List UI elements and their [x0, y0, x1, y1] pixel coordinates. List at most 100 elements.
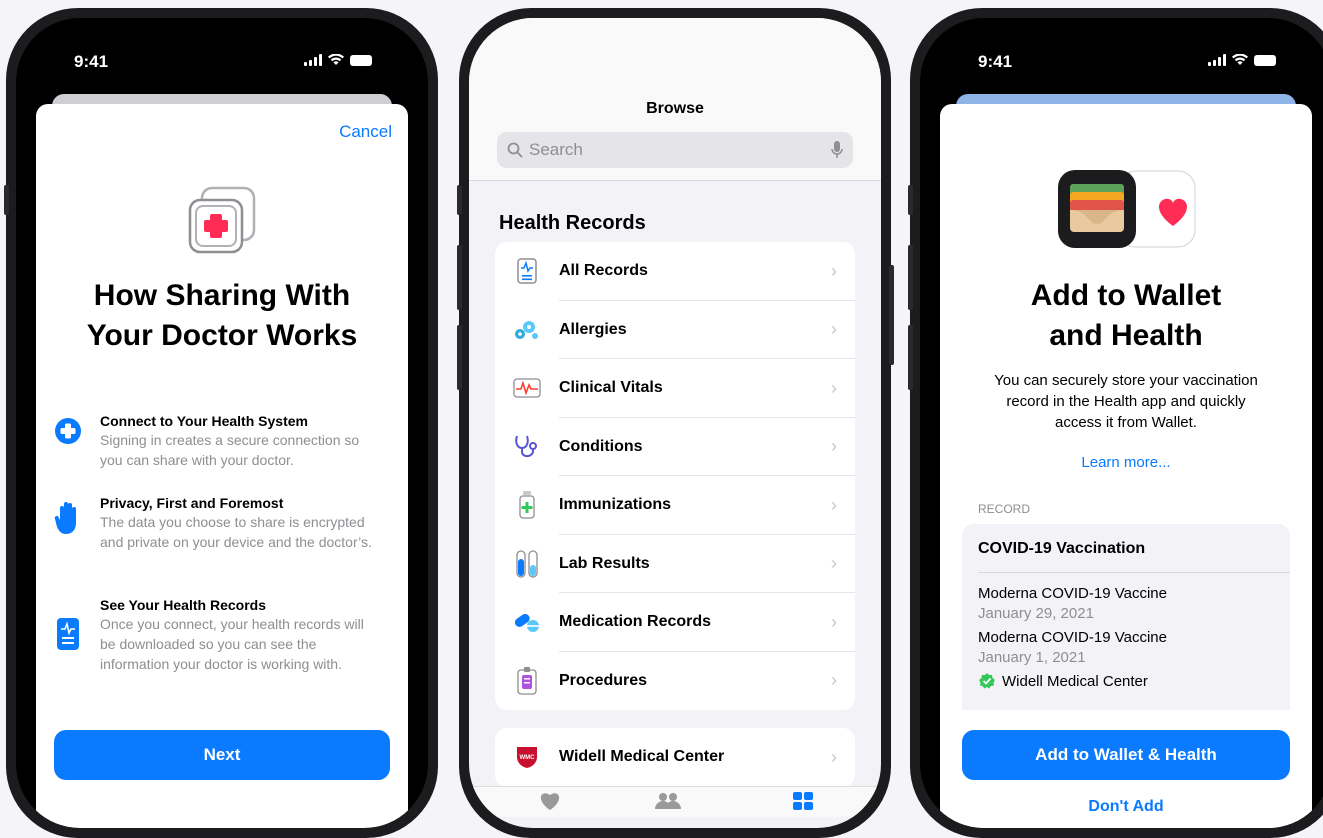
record-card: COVID-19 Vaccination Moderna COVID-19 Va…	[962, 524, 1290, 724]
microphone-icon[interactable]	[831, 141, 843, 159]
app-icons	[1058, 170, 1196, 250]
tab-bar	[469, 786, 881, 817]
section-header: Health Records	[499, 212, 646, 234]
provider-icon-text: WMC	[520, 755, 536, 761]
item-label: Immunizations	[559, 496, 672, 514]
clinical-vitals-icon	[513, 378, 541, 398]
issuer: Widell Medical Center	[978, 672, 1148, 690]
phone-left: 9:41 Cancel How Sharing With Your Doctor…	[6, 8, 438, 838]
chevron-right-icon: ›	[831, 746, 837, 767]
stethoscope-icon	[515, 435, 537, 457]
list-item-conditions[interactable]: Conditions ›	[495, 418, 855, 476]
dose-2: Moderna COVID-19 Vaccine January 1, 2021	[978, 628, 1167, 668]
screen-middle: 9:41 Browse Search Health Records All Re…	[469, 18, 881, 828]
list-item-clinical-vitals[interactable]: Clinical Vitals ›	[495, 359, 855, 418]
wallet-app-icon	[1058, 170, 1136, 248]
title-line-1: Add to Wallet	[1030, 279, 1222, 312]
status-bar: 9:41	[920, 18, 1323, 88]
tab-summary-heart-icon[interactable]	[539, 791, 561, 811]
record-icon	[57, 618, 79, 650]
sharing-sheet: Cancel How Sharing With Your Doctor Work…	[36, 104, 408, 828]
list-item-all-records[interactable]: All Records ›	[495, 242, 855, 301]
description: You can securely store your vaccination …	[994, 372, 1258, 431]
side-button	[908, 325, 913, 390]
record-label: RECORD	[978, 502, 1031, 516]
battery-icon	[1254, 55, 1276, 66]
phone-middle: 9:41 Browse Search Health Records All Re…	[459, 8, 891, 838]
screen-left: 9:41 Cancel How Sharing With Your Doctor…	[16, 18, 428, 828]
signal-icon	[1208, 54, 1226, 66]
side-button	[908, 245, 913, 310]
title-line-2: Your Doctor Works	[86, 319, 358, 352]
tab-sharing-people-icon[interactable]	[655, 791, 681, 811]
plus-circle-icon	[55, 418, 81, 444]
item-label: Clinical Vitals	[559, 379, 663, 397]
status-icons	[1208, 54, 1276, 66]
feature-desc: Once you connect, your health records wi…	[100, 616, 364, 672]
chevron-right-icon: ›	[831, 436, 837, 457]
page-title: Browse	[646, 100, 704, 117]
dont-add-button[interactable]: Don't Add	[940, 798, 1312, 816]
item-label: Medication Records	[559, 613, 712, 631]
status-time: 9:41	[978, 52, 1013, 71]
provider-list: WMC Widell Medical Center ›	[495, 728, 855, 787]
list-item-allergies[interactable]: Allergies ›	[495, 301, 855, 359]
cancel-button[interactable]: Cancel	[339, 122, 392, 142]
search-field[interactable]: Search	[497, 132, 853, 168]
item-label: All Records	[559, 262, 648, 280]
wifi-icon	[328, 54, 344, 65]
side-button	[4, 185, 9, 215]
wifi-icon	[1232, 54, 1248, 65]
health-records-icon	[184, 182, 260, 263]
feature-title: Connect to Your Health System	[100, 413, 308, 429]
status-bar: 9:41	[16, 18, 428, 88]
list-item-provider[interactable]: WMC Widell Medical Center ›	[495, 728, 855, 787]
dose-name: Moderna COVID-19 Vaccine	[978, 629, 1167, 646]
wallet-sheet: Add to Wallet and Health You can securel…	[940, 104, 1312, 828]
all-records-icon	[517, 258, 537, 284]
side-button	[889, 265, 894, 365]
dose-date: January 29, 2021	[978, 605, 1094, 622]
item-label: Lab Results	[559, 554, 650, 572]
item-label: Conditions	[559, 437, 643, 455]
dose-1: Moderna COVID-19 Vaccine January 29, 202…	[978, 584, 1167, 624]
next-button[interactable]: Next	[54, 730, 390, 780]
list-item-immunizations[interactable]: Immunizations ›	[495, 476, 855, 535]
list-item-medication-records[interactable]: Medication Records ›	[495, 593, 855, 652]
battery-icon	[350, 55, 372, 66]
chevron-right-icon: ›	[831, 611, 837, 632]
screen-right: 9:41 Add to Wallet and Health You can se…	[920, 18, 1323, 828]
provider-shield-icon: WMC	[517, 747, 537, 769]
dose-name: Moderna COVID-19 Vaccine	[978, 585, 1167, 602]
chevron-right-icon: ›	[831, 553, 837, 574]
dose-date: January 1, 2021	[978, 649, 1086, 666]
tab-browse-grid-icon[interactable]	[792, 791, 814, 811]
status-time: 9:41	[74, 52, 109, 71]
learn-more-link[interactable]: Learn more...	[940, 454, 1312, 471]
hand-icon	[54, 502, 76, 534]
feature-records: See Your Health Records Once you connect,…	[52, 596, 372, 674]
test-tubes-icon	[516, 550, 538, 578]
list-item-lab-results[interactable]: Lab Results ›	[495, 535, 855, 593]
feature-title: See Your Health Records	[100, 597, 266, 613]
side-button	[457, 245, 462, 310]
side-button	[457, 185, 462, 215]
pills-icon	[514, 614, 539, 633]
issuer-name: Widell Medical Center	[1002, 672, 1148, 690]
status-icons	[304, 54, 372, 66]
item-label: Allergies	[559, 320, 627, 338]
feature-privacy: Privacy, First and Foremost The data you …	[52, 494, 372, 552]
chevron-right-icon: ›	[831, 377, 837, 398]
signal-icon	[304, 54, 322, 66]
procedures-icon	[517, 666, 537, 695]
feature-title: Privacy, First and Foremost	[100, 495, 284, 511]
allergies-icon	[515, 320, 538, 339]
feature-desc: The data you choose to share is encrypte…	[100, 514, 372, 550]
phone-right: 9:41 Add to Wallet and Health You can se…	[910, 8, 1323, 838]
add-to-wallet-button[interactable]: Add to Wallet & Health	[962, 730, 1290, 780]
verified-checkmark-icon	[979, 673, 995, 689]
title-line-2: and Health	[1049, 319, 1203, 352]
list-item-procedures[interactable]: Procedures ›	[495, 652, 855, 711]
feature-connect: Connect to Your Health System Signing in …	[52, 412, 372, 470]
health-records-list: All Records › Allergies › Clinical Vitals ›…	[495, 242, 855, 710]
